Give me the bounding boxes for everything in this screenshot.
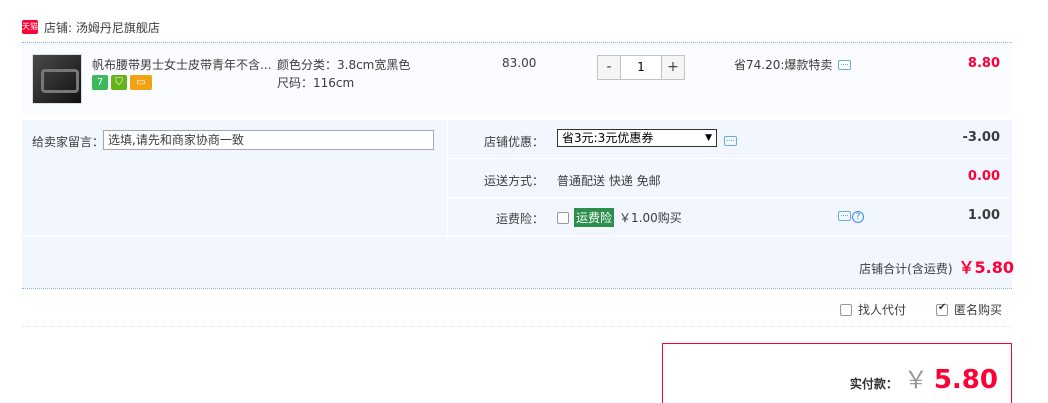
shipping-amount: 0.00: [967, 169, 1000, 184]
insurance-amount: 1.00: [967, 208, 1000, 223]
anonymous-option[interactable]: 匿名购买: [936, 301, 1002, 318]
divider: [22, 236, 1012, 237]
product-badges: 7 ⛉ ▭: [92, 75, 152, 90]
guarantee-icon[interactable]: ⛉: [111, 75, 127, 90]
payment-total: 实付款： ￥ 5.80: [850, 360, 998, 395]
anonymous-checkbox[interactable]: [936, 302, 948, 316]
coupon-select[interactable]: 省3元:3元优惠券 ▼: [557, 129, 717, 147]
divider: [22, 326, 1012, 327]
help-icon[interactable]: ?: [852, 211, 864, 223]
insurance-icons: ?: [838, 211, 864, 223]
chat-icon[interactable]: [838, 211, 851, 221]
promo-info: 省74.20:爆款特卖: [734, 56, 852, 73]
quantity-stepper: - 1 +: [597, 55, 685, 80]
item-subtotal: 8.80: [967, 56, 1000, 71]
qty-plus-button[interactable]: +: [662, 56, 684, 79]
sku-size: 尺码：116cm: [277, 76, 355, 90]
message-input[interactable]: 选填,请先和商家协商一致: [103, 130, 434, 150]
shipping-label: 运送方式：: [483, 174, 544, 188]
shipping-method: 普通配送 快递 免邮: [557, 174, 661, 188]
payment-label: 实付款：: [849, 377, 898, 391]
anonymous-label[interactable]: 匿名购买: [954, 301, 1002, 318]
insurance-checkbox[interactable]: [557, 211, 569, 224]
credit-card-icon[interactable]: ▭: [130, 75, 152, 90]
sku-color: 颜色分类：3.8cm宽黑色: [277, 58, 411, 72]
promo-text: 省74.20:爆款特卖: [734, 58, 833, 72]
proxy-pay-option[interactable]: 找人代付: [840, 301, 906, 318]
unit-price: 83.00: [502, 56, 537, 70]
message-label: 给卖家留言：: [32, 135, 105, 149]
insurance-label: 运费险：: [495, 212, 544, 226]
qty-input[interactable]: 1: [620, 56, 662, 79]
shop-name[interactable]: 店铺: 汤姆丹尼旗舰店: [44, 19, 160, 36]
shop-total: 店铺合计(含运费) ￥5.80: [859, 254, 1014, 278]
coupon-selected: 省3元:3元优惠券: [562, 131, 654, 145]
product-thumbnail[interactable]: [32, 54, 82, 104]
shop-total-value: ￥5.80: [958, 258, 1014, 277]
proxy-pay-label[interactable]: 找人代付: [858, 301, 906, 318]
payment-amount: 5.80: [933, 365, 998, 395]
divider: [447, 197, 1012, 198]
proxy-pay-checkbox[interactable]: [840, 303, 852, 316]
chat-icon[interactable]: [838, 59, 852, 70]
divider: [447, 158, 1012, 159]
coupon-amount: -3.00: [962, 130, 1000, 145]
insurance-option: 运费险 ￥1.00购买: [557, 208, 682, 227]
insurance-price: ￥1.00购买: [619, 211, 682, 225]
payment-currency: ￥: [903, 366, 928, 394]
shop-header: 天猫 店铺: 汤姆丹尼旗舰店: [22, 14, 160, 40]
dropdown-arrow-icon: ▼: [705, 133, 712, 143]
coupon-label: 店铺优惠：: [483, 135, 544, 149]
insurance-tag[interactable]: 运费险: [574, 208, 615, 227]
item-row: [22, 44, 1012, 116]
seven-day-return-icon[interactable]: 7: [92, 75, 108, 90]
sku-info: 颜色分类：3.8cm宽黑色 尺码：116cm: [277, 56, 410, 92]
divider: [22, 42, 1012, 43]
divider: [22, 288, 1012, 289]
chat-icon[interactable]: [724, 136, 737, 146]
tmall-icon: 天猫: [22, 20, 38, 34]
product-title[interactable]: 帆布腰带男士女士皮带青年不含...: [92, 56, 271, 73]
shop-total-label: 店铺合计(含运费): [859, 262, 953, 276]
qty-minus-button[interactable]: -: [598, 56, 620, 79]
